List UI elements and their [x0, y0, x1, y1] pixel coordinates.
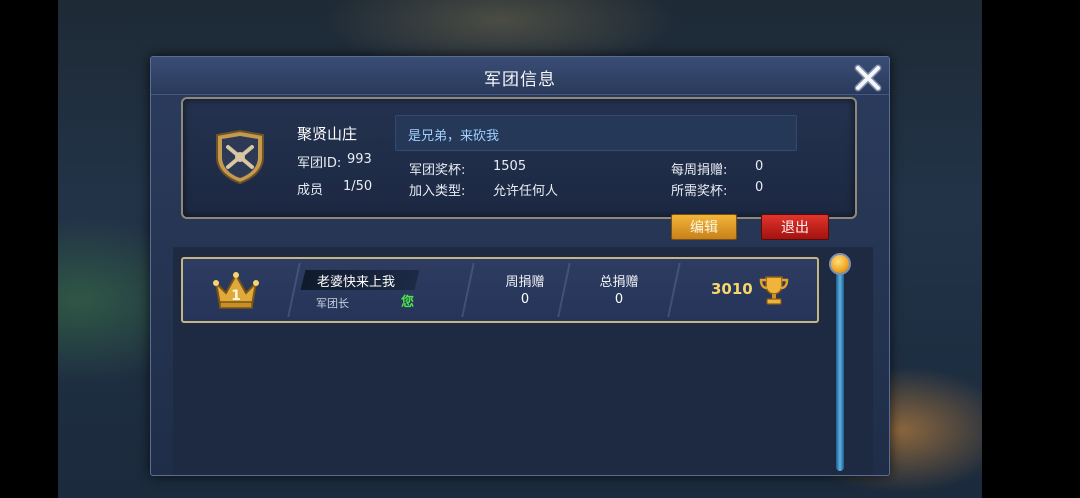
dialog-title: 军团信息: [484, 70, 556, 90]
weekly-donation-header: 周捐赠: [505, 275, 545, 290]
trophy-icon: [757, 273, 791, 307]
required-trophy-label: 所需奖杯:: [671, 184, 728, 199]
weekly-donation-label: 每周捐赠:: [671, 163, 728, 178]
you-tag: 您: [401, 295, 415, 310]
scrollbar-track[interactable]: [836, 265, 844, 471]
guild-trophy-label: 军团奖杯:: [409, 163, 466, 178]
guild-info-card: 聚贤山庄 军团ID: 993 成员 1/50 是兄弟，来砍我 军团奖杯: 150…: [181, 97, 857, 219]
member-trophies: 3010: [711, 280, 753, 298]
row-divider: [287, 263, 301, 317]
join-type-label: 加入类型:: [409, 184, 466, 199]
member-row[interactable]: 1 老婆快来上我 军团长 您 周捐赠 0 总捐赠 0 3010: [181, 257, 819, 323]
members-label: 成员: [297, 183, 324, 198]
row-divider: [557, 263, 571, 317]
member-role: 军团长: [316, 297, 349, 310]
guild-trophy-value: 1505: [493, 159, 527, 174]
quit-button[interactable]: 退出: [761, 214, 829, 240]
crown-icon: 1: [213, 271, 259, 311]
close-icon[interactable]: [851, 61, 885, 95]
join-type-value: 允许任何人: [493, 184, 559, 199]
rank-number: 1: [231, 288, 241, 304]
total-donation-header: 总捐赠: [599, 275, 639, 290]
member-name: 老婆快来上我: [317, 275, 396, 290]
member-list: 1 老婆快来上我 军团长 您 周捐赠 0 总捐赠 0 3010: [173, 247, 873, 475]
guild-motto-box: 是兄弟，来砍我: [395, 115, 797, 151]
guild-motto: 是兄弟，来砍我: [408, 129, 500, 144]
guild-id-value: 993: [347, 152, 372, 167]
row-divider: [461, 263, 475, 317]
edit-button[interactable]: 编辑: [671, 214, 737, 240]
required-trophy-value: 0: [755, 180, 764, 195]
guild-info-dialog: 军团信息 聚贤山庄 军团ID: 993 成员 1/50 是兄弟，来砍我 军团奖杯…: [150, 56, 890, 476]
scrollbar-thumb[interactable]: [829, 253, 851, 275]
members-count: 1/50: [343, 179, 373, 194]
screen-letterbox-left: [0, 0, 58, 498]
row-divider: [667, 263, 681, 317]
dialog-title-bar: 军团信息: [151, 57, 889, 95]
weekly-donation-value: 0: [755, 159, 764, 174]
member-total-donation: 0: [614, 292, 624, 307]
screen-letterbox-right: [982, 0, 1080, 498]
guild-id-label: 军团ID:: [297, 156, 342, 171]
member-weekly-donation: 0: [520, 292, 530, 307]
shield-emblem-icon: [213, 129, 267, 185]
guild-name: 聚贤山庄: [297, 125, 358, 143]
